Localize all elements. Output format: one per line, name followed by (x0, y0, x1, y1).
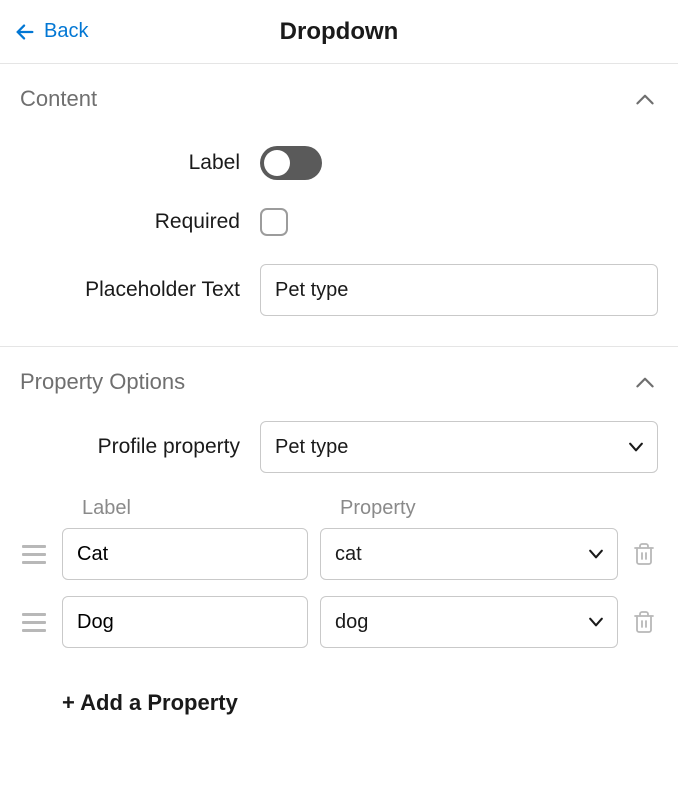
property-options-section-toggle[interactable]: Property Options (20, 369, 658, 395)
trash-icon (632, 610, 656, 634)
chevron-up-icon (632, 86, 658, 112)
label-toggle[interactable] (260, 146, 322, 180)
content-section-toggle[interactable]: Content (20, 86, 658, 112)
drag-handle-icon[interactable] (20, 540, 50, 568)
label-field-label: Label (20, 151, 260, 175)
arrow-left-icon (14, 21, 36, 43)
option-property-select[interactable]: cat (320, 528, 618, 580)
option-row: dog (20, 596, 658, 648)
content-section-title: Content (20, 86, 97, 112)
option-row: cat (20, 528, 658, 580)
property-options-section-title: Property Options (20, 369, 185, 395)
back-label: Back (44, 20, 88, 43)
chevron-up-icon (632, 369, 658, 395)
trash-icon (632, 542, 656, 566)
options-label-header: Label (82, 497, 340, 520)
page-title: Dropdown (0, 18, 678, 46)
placeholder-field-label: Placeholder Text (20, 278, 260, 302)
placeholder-input[interactable] (260, 264, 658, 316)
required-field-label: Required (20, 210, 260, 234)
profile-property-select[interactable]: Pet type (260, 421, 658, 473)
required-checkbox[interactable] (260, 208, 288, 236)
back-button[interactable]: Back (14, 20, 88, 43)
toggle-knob (264, 150, 290, 176)
delete-option-button[interactable] (630, 540, 658, 568)
delete-option-button[interactable] (630, 608, 658, 636)
add-property-button[interactable]: + Add a Property (62, 690, 238, 716)
option-label-input[interactable] (62, 528, 308, 580)
profile-property-label: Profile property (20, 435, 260, 459)
option-label-input[interactable] (62, 596, 308, 648)
option-property-select[interactable]: dog (320, 596, 618, 648)
options-property-header: Property (340, 497, 610, 520)
drag-handle-icon[interactable] (20, 608, 50, 636)
